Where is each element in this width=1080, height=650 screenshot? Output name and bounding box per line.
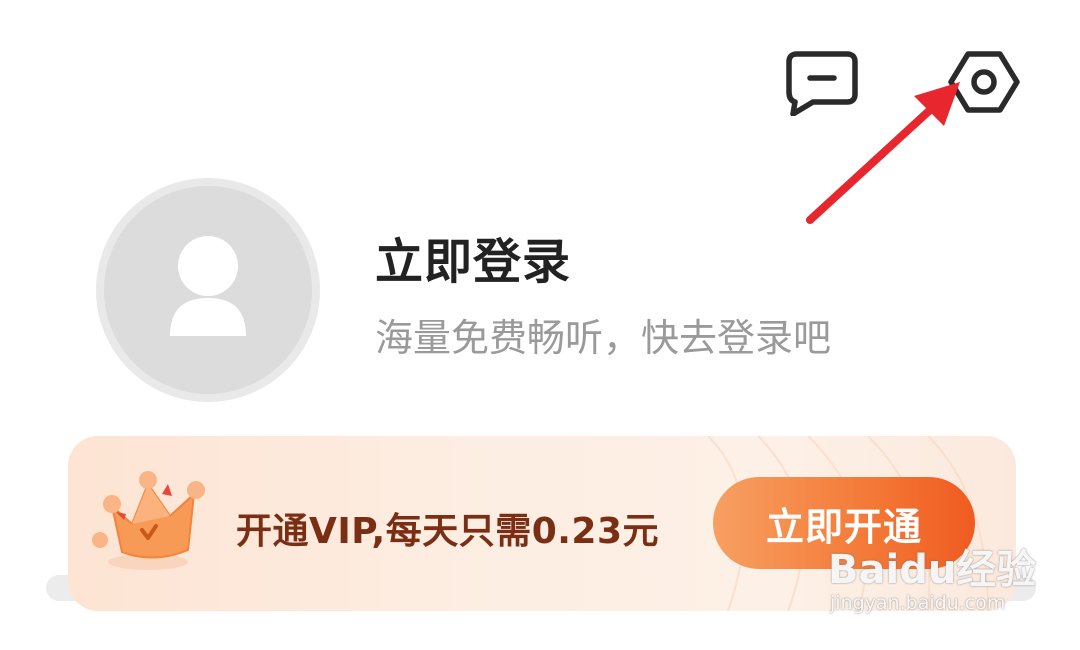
avatar[interactable] (96, 178, 320, 402)
default-user-icon (170, 236, 246, 336)
crown-icon (92, 471, 205, 570)
watermark: Baidu经验 jingyan.baidu.com (828, 548, 1036, 614)
message-button[interactable] (783, 48, 859, 117)
vip-promo-text: 开通VIP,每天只需0.23元 (236, 511, 660, 552)
watermark-url: jingyan.baidu.com (830, 592, 1006, 614)
message-icon (786, 51, 858, 117)
login-title[interactable]: 立即登录 (375, 222, 571, 292)
settings-button[interactable] (946, 46, 1022, 118)
watermark-logo: Baidu经验 (828, 547, 1037, 593)
login-subtitle: 海量免费畅听，快去登录吧 (375, 316, 832, 360)
settings-icon (948, 51, 1020, 113)
